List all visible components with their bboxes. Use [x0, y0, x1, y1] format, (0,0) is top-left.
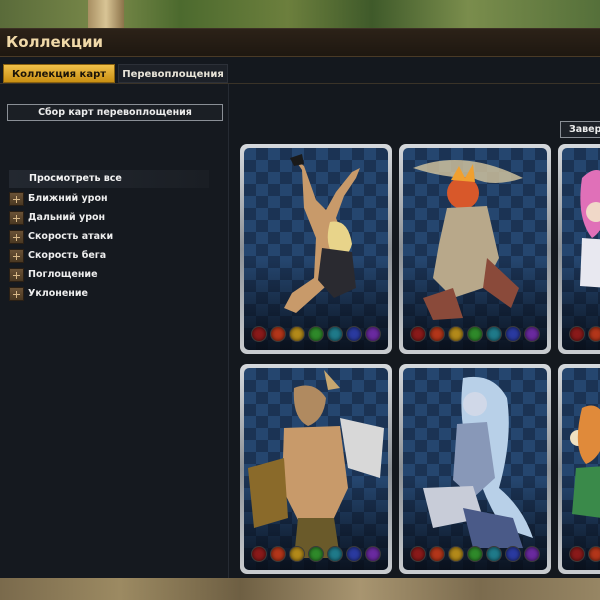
- category-melee-damage[interactable]: Ближний урон: [9, 191, 209, 207]
- gem-icon: [270, 326, 286, 342]
- gem-icon: [346, 546, 362, 562]
- collection-card[interactable]: [558, 364, 600, 574]
- expand-plus-icon[interactable]: [9, 230, 24, 244]
- gem-icon: [486, 326, 502, 342]
- gem-icon: [569, 546, 585, 562]
- collect-transformation-cards-button[interactable]: Сбор карт перевоплощения: [7, 104, 223, 121]
- dancer-blonde-icon: [284, 154, 360, 313]
- category-label: Ближний урон: [28, 193, 108, 204]
- expand-plus-icon[interactable]: [9, 211, 24, 225]
- orange-hair-character-icon: [570, 405, 600, 518]
- gem-icon: [308, 546, 324, 562]
- gem-icon: [308, 326, 324, 342]
- gem-icon: [448, 546, 464, 562]
- title-bar[interactable]: Коллекции: [0, 29, 600, 57]
- category-attack-speed[interactable]: Скорость атаки: [9, 229, 209, 245]
- element-gems: [562, 546, 600, 564]
- category-label: Уклонение: [28, 288, 88, 299]
- gem-icon: [505, 326, 521, 342]
- gem-icon: [251, 326, 267, 342]
- category-label: Скорость атаки: [28, 231, 114, 242]
- gem-icon: [524, 546, 540, 562]
- gem-icon: [467, 546, 483, 562]
- gem-icon: [365, 546, 381, 562]
- expand-plus-icon[interactable]: [9, 249, 24, 263]
- gem-icon: [467, 326, 483, 342]
- gem-icon: [486, 546, 502, 562]
- card-artwork: [562, 148, 600, 350]
- gem-icon: [588, 326, 600, 342]
- view-all-item[interactable]: Просмотреть все: [9, 170, 209, 188]
- card-artwork: [403, 368, 547, 570]
- element-gems: [244, 546, 388, 564]
- collections-window: Коллекции Коллекция карт Перевоплощения …: [0, 28, 600, 579]
- category-ranged-damage[interactable]: Дальний урон: [9, 210, 209, 226]
- complete-button[interactable]: Завер: [560, 121, 600, 138]
- gem-icon: [365, 326, 381, 342]
- gem-icon: [289, 546, 305, 562]
- tab-card-collection[interactable]: Коллекция карт: [3, 64, 115, 83]
- category-evasion[interactable]: Уклонение: [9, 286, 209, 302]
- collection-card[interactable]: [240, 144, 392, 354]
- game-scene-bottom: [0, 578, 600, 600]
- element-gems: [562, 326, 600, 344]
- card-grid-area: Завер: [230, 84, 600, 579]
- gem-icon: [569, 326, 585, 342]
- gem-icon: [429, 546, 445, 562]
- tab-transformations[interactable]: Перевоплощения: [118, 64, 228, 83]
- expand-plus-icon[interactable]: [9, 192, 24, 206]
- category-absorption[interactable]: Поглощение: [9, 267, 209, 283]
- element-gems: [244, 326, 388, 344]
- gem-icon: [327, 546, 343, 562]
- category-label: Скорость бега: [28, 250, 107, 261]
- category-run-speed[interactable]: Скорость бега: [9, 248, 209, 264]
- sidebar: Сбор карт перевоплощения Просмотреть все…: [0, 84, 229, 579]
- gem-icon: [505, 546, 521, 562]
- collection-card[interactable]: [240, 364, 392, 574]
- gem-icon: [429, 326, 445, 342]
- gem-icon: [346, 326, 362, 342]
- collection-card[interactable]: [399, 364, 551, 574]
- gem-icon: [410, 546, 426, 562]
- collection-card[interactable]: [558, 144, 600, 354]
- element-gems: [403, 326, 547, 344]
- card-artwork: [562, 368, 600, 570]
- card-artwork: [244, 368, 388, 570]
- game-scene-top: [0, 0, 600, 28]
- window-title: Коллекции: [6, 33, 104, 51]
- gem-icon: [448, 326, 464, 342]
- expand-plus-icon[interactable]: [9, 268, 24, 282]
- gem-icon: [289, 326, 305, 342]
- card-artwork: [403, 148, 547, 350]
- expand-plus-icon[interactable]: [9, 287, 24, 301]
- element-gems: [403, 546, 547, 564]
- gem-icon: [410, 326, 426, 342]
- pink-hair-character-icon: [580, 170, 600, 288]
- collection-card[interactable]: [399, 144, 551, 354]
- card-artwork: [244, 148, 388, 350]
- gem-icon: [251, 546, 267, 562]
- fire-mask-warrior-icon: [413, 160, 523, 320]
- gem-icon: [588, 546, 600, 562]
- gem-icon: [524, 326, 540, 342]
- ice-elf-maiden-icon: [423, 376, 533, 548]
- gem-icon: [327, 326, 343, 342]
- category-label: Дальний урон: [28, 212, 106, 223]
- golden-armor-warrior-icon: [248, 370, 384, 558]
- category-label: Поглощение: [28, 269, 98, 280]
- gem-icon: [270, 546, 286, 562]
